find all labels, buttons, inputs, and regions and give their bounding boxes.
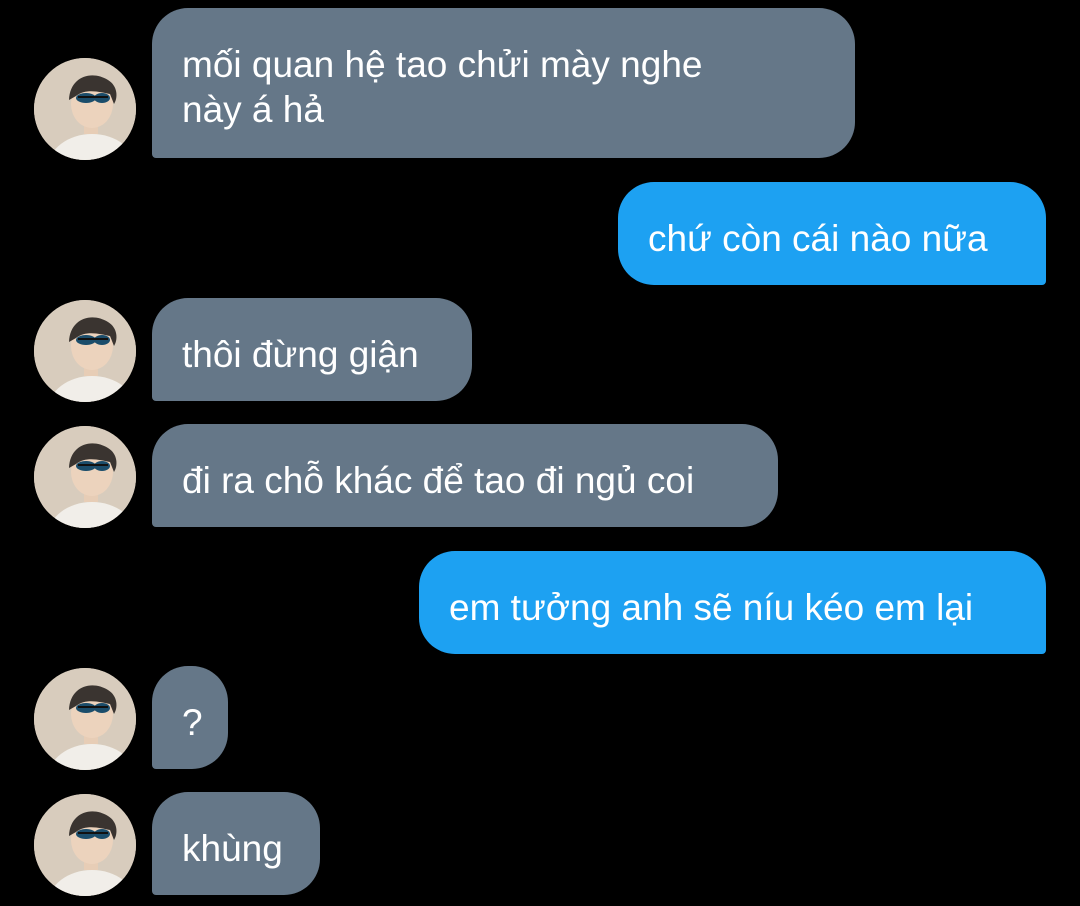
- message-text: mối quan hệ tao chửi mày nghe: [182, 44, 703, 85]
- avatar-photo-icon: [34, 58, 136, 160]
- avatar-photo-icon: [34, 668, 136, 770]
- message-text: này á hả: [182, 89, 324, 130]
- message-text: khùng: [182, 828, 283, 869]
- contact-avatar[interactable]: [34, 794, 136, 896]
- avatar-photo-icon: [34, 426, 136, 528]
- contact-avatar[interactable]: [34, 300, 136, 402]
- received-message-bubble[interactable]: mối quan hệ tao chửi mày nghe này á hả: [152, 8, 855, 158]
- message-text: em tưởng anh sẽ níu kéo em lại: [449, 587, 974, 628]
- contact-avatar[interactable]: [34, 58, 136, 160]
- chat-screen: { "messages": [ {"side": "received", "li…: [0, 0, 1080, 906]
- message-text: đi ra chỗ khác để tao đi ngủ coi: [182, 460, 695, 501]
- message-text: ?: [182, 702, 203, 743]
- avatar-photo-icon: [34, 794, 136, 896]
- contact-avatar[interactable]: [34, 426, 136, 528]
- received-message-bubble[interactable]: đi ra chỗ khác để tao đi ngủ coi: [152, 424, 778, 527]
- received-message-bubble[interactable]: thôi đừng giận: [152, 298, 472, 401]
- avatar-photo-icon: [34, 300, 136, 402]
- sent-message-bubble[interactable]: em tưởng anh sẽ níu kéo em lại: [419, 551, 1046, 654]
- sent-message-bubble[interactable]: chứ còn cái nào nữa: [618, 182, 1046, 285]
- received-message-bubble[interactable]: ?: [152, 666, 228, 769]
- message-text: chứ còn cái nào nữa: [648, 218, 988, 259]
- message-text: thôi đừng giận: [182, 334, 419, 375]
- contact-avatar[interactable]: [34, 668, 136, 770]
- received-message-bubble[interactable]: khùng: [152, 792, 320, 895]
